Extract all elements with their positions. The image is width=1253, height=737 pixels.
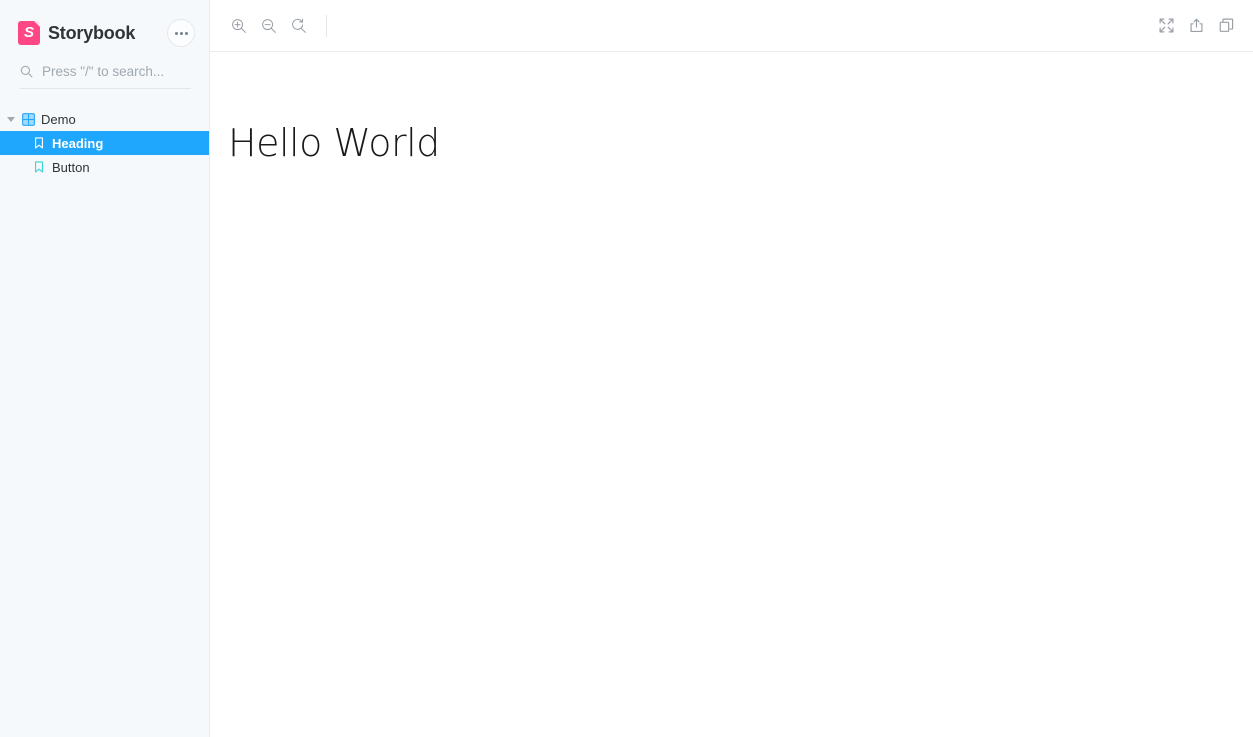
dot-icon — [174, 31, 178, 35]
zoom-out-button[interactable] — [254, 11, 284, 41]
toolbar-divider — [326, 14, 327, 37]
component-grid-icon — [22, 112, 35, 126]
story-bookmark-icon — [33, 137, 45, 149]
tree-item-label: Heading — [52, 135, 104, 151]
tree-item-label: Demo — [41, 111, 76, 127]
logo-letter: S — [23, 23, 34, 41]
tree-item-demo[interactable]: Demo — [0, 107, 209, 131]
zoom-reset-button[interactable] — [284, 11, 314, 41]
storybook-logo-icon: S — [18, 21, 40, 45]
brand-name: Storybook — [48, 22, 136, 43]
story-heading: Hello World — [228, 121, 440, 165]
share-up-icon — [1189, 18, 1204, 33]
copy-link-button[interactable] — [1211, 11, 1241, 41]
story-bookmark-icon — [33, 161, 45, 173]
zoom-out-icon — [261, 18, 277, 34]
zoom-reset-icon — [291, 18, 307, 34]
dot-icon — [184, 31, 188, 35]
toolbar-left-group — [224, 11, 336, 41]
story-tree: Demo Heading Button — [0, 107, 209, 179]
storybook-app: S Storybook Press "/" to search... Demo … — [0, 0, 1253, 737]
search-input[interactable] — [42, 64, 191, 79]
sidebar-menu-button[interactable] — [167, 19, 195, 47]
canvas-toolbar — [210, 0, 1253, 52]
zoom-in-button[interactable] — [224, 11, 254, 41]
sidebar: S Storybook Press "/" to search... Demo … — [0, 0, 210, 737]
dot-icon — [179, 31, 183, 35]
toolbar-right-group — [1151, 11, 1243, 41]
tree-item-heading[interactable]: Heading — [0, 131, 209, 155]
brand[interactable]: S Storybook — [18, 21, 135, 45]
story-canvas: Hello World — [210, 52, 1253, 737]
preview-pane: Hello World — [210, 0, 1253, 737]
search-icon — [20, 65, 33, 78]
zoom-in-icon — [231, 18, 247, 34]
fullscreen-button[interactable] — [1151, 11, 1181, 41]
search-bar[interactable] — [20, 62, 191, 89]
chevron-down-icon[interactable] — [7, 115, 16, 124]
tree-item-button[interactable]: Button — [0, 155, 209, 179]
open-in-new-tab-button[interactable] — [1181, 11, 1211, 41]
expand-arrows-icon — [1159, 18, 1174, 33]
copy-icon — [1219, 18, 1234, 33]
tree-item-label: Button — [52, 159, 90, 175]
sidebar-header: S Storybook — [0, 0, 209, 52]
